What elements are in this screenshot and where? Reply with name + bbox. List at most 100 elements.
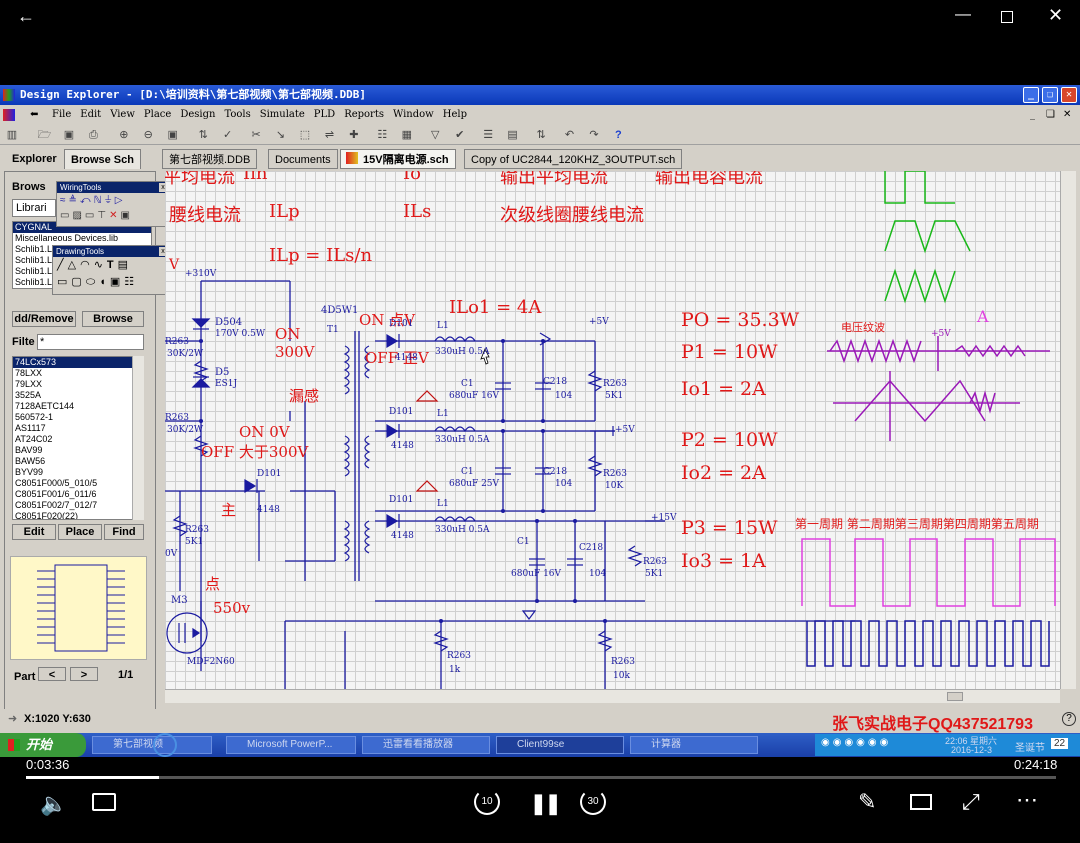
zoom-in-icon[interactable]: ⊕ [116,128,132,142]
pie-tool-icon[interactable]: ◖ [99,276,110,288]
arc-tool-icon[interactable]: ◠ [80,259,94,271]
bus-entry-icon[interactable]: ⤺ [80,195,94,206]
save-icon[interactable]: ▣ [61,128,77,142]
menu-help[interactable]: Help [443,109,467,120]
part-tool-icon[interactable]: ▷ [115,195,126,206]
undo-icon[interactable]: ↶ [562,128,578,142]
component-item[interactable]: 3525A [13,390,143,401]
bus-tool-icon[interactable]: ≜ [69,195,80,206]
menu-pld[interactable]: PLD [314,109,335,120]
horizontal-scroll-thumb[interactable] [947,692,963,701]
minimize-icon[interactable]: — [955,6,971,24]
sheet-symbol-icon[interactable]: ▭ [60,210,72,221]
window-restore-icon[interactable]: ❏ [1042,87,1058,103]
tab-ddb[interactable]: 第七部视频.DDB [162,149,258,169]
no-erc-icon[interactable]: ✕ [109,210,120,221]
print-icon[interactable]: ⎙ [85,128,101,142]
menu-design[interactable]: Design [180,109,215,120]
component-item[interactable]: BYV99 [13,467,143,478]
back-arrow-icon[interactable]: ⬅ [30,106,38,124]
menu-window[interactable]: Window [393,109,434,120]
task-xunlei[interactable]: 迅雷看看播放器 [362,736,490,754]
mini-view-icon[interactable] [910,794,932,810]
junction-icon[interactable]: ⊤ [97,210,109,221]
stack-icon[interactable]: ⇅ [533,128,549,142]
up-down-icon[interactable]: ⇅ [195,128,211,142]
menu-reports[interactable]: Reports [344,109,384,120]
browse-select[interactable]: Librari [12,199,56,217]
menu-tools[interactable]: Tools [224,109,250,120]
sheet-entry-icon[interactable]: ▨ [72,210,84,221]
task-calculator[interactable]: 计算器 [630,736,758,754]
help-icon[interactable]: ? [610,128,626,142]
menu-view[interactable]: View [110,109,135,120]
highlight-icon[interactable]: ✔ [452,128,468,142]
filter-input[interactable]: * [37,334,144,350]
find-button[interactable]: Find [104,524,144,540]
task-client99se[interactable]: Client99se [496,736,624,754]
select-icon[interactable]: ⬚ [297,128,313,142]
vertical-scrollbar[interactable] [1060,171,1076,689]
zoom-fit-icon[interactable]: ▣ [165,128,181,142]
doc-close-icon[interactable]: ✕ [1063,106,1071,124]
component-item[interactable]: AT24C02 [13,434,143,445]
window-close-icon[interactable]: ✕ [1061,87,1077,103]
schematic-canvas[interactable]: 平均电流 Iin Io 输出平均电流 输出电容电流 腰线电流 ILp ILs 次… [165,171,1060,689]
bus-icon[interactable]: ☰ [480,128,496,142]
menu-place[interactable]: Place [144,109,171,120]
round-rect-icon[interactable]: ▢ [71,276,85,288]
wire-icon[interactable]: ↘ [273,128,289,142]
task-powerpoint[interactable]: Microsoft PowerP... [226,736,356,754]
edit-pen-icon[interactable]: ✎ [858,789,876,815]
edit-button[interactable]: Edit [12,524,56,540]
seek-bar[interactable] [26,776,1056,779]
component-item[interactable]: C8051F000/5_010/5 [13,478,143,489]
textframe-tool-icon[interactable]: ▤ [118,259,132,271]
task-first-video[interactable]: 第七部视频 [92,736,212,754]
library-icon[interactable]: ☷ [374,128,390,142]
sheet-icon[interactable]: ▤ [505,128,521,142]
browse-button[interactable]: Browse [82,311,144,327]
component-item[interactable]: C8051F002/7_012/7 [13,500,143,511]
maximize-icon[interactable] [1001,11,1013,23]
rewind-icon[interactable]: 10 [474,789,500,815]
component-item[interactable]: BAW56 [13,456,143,467]
netlabel-icon[interactable]: ℕ [94,195,105,206]
component-item[interactable]: 74LCx573 [13,357,143,368]
volume-icon[interactable]: 🔈 [40,791,67,817]
open-icon[interactable]: 🗁 [36,128,52,142]
text-tool-icon[interactable]: T [107,259,118,271]
add-remove-button[interactable]: dd/Remove [12,311,76,327]
ellipse-tool-icon[interactable]: ⬭ [86,276,99,288]
menu-file[interactable]: File [52,109,71,120]
tab-explorer[interactable]: Explorer [6,149,63,169]
component-list[interactable]: 74LCx573 78LXX 79LXX 3525A 7128AETC144 560572… [12,356,144,520]
doc-minimize-icon[interactable]: _ [1030,106,1035,124]
component-item[interactable]: BAV99 [13,445,143,456]
menu-app-icon[interactable] [3,109,15,121]
zoom-out-icon[interactable]: ⊖ [140,128,156,142]
polygon-tool-icon[interactable]: △ [68,259,80,271]
subtitles-icon[interactable] [92,793,116,811]
power-port-icon[interactable]: ⏚ [105,195,115,206]
doc-restore-icon[interactable]: ❏ [1046,106,1055,124]
forward-icon[interactable]: 30 [580,789,606,815]
filter-icon[interactable]: ▽ [427,128,443,142]
deselect-icon[interactable]: ⇌ [321,128,337,142]
tab-browse-sch[interactable]: Browse Sch [64,149,141,169]
image-tool-icon[interactable]: ▣ [110,276,124,288]
browse-lib-icon[interactable]: ▦ [399,128,415,142]
component-item[interactable]: 79LXX [13,379,143,390]
window-minimize-icon[interactable]: _ [1023,87,1039,103]
tray-icons[interactable]: ◉◉◉◉◉◉ [821,737,891,748]
array-tool-icon[interactable]: ☷ [124,276,138,288]
cross-probe-icon[interactable]: ✓ [220,128,236,142]
hierarchy-icon[interactable]: ▥ [4,128,20,142]
horizontal-scrollbar[interactable] [165,689,1060,703]
part-prev-button[interactable]: < [38,667,66,681]
menu-edit[interactable]: Edit [80,109,101,120]
library-item[interactable]: Miscellaneous Devices.lib [13,233,151,244]
component-item[interactable]: 7128AETC144 [13,401,143,412]
arrow-left-icon[interactable]: ← [17,6,35,27]
component-item[interactable]: C8051F020(22) [13,511,143,519]
